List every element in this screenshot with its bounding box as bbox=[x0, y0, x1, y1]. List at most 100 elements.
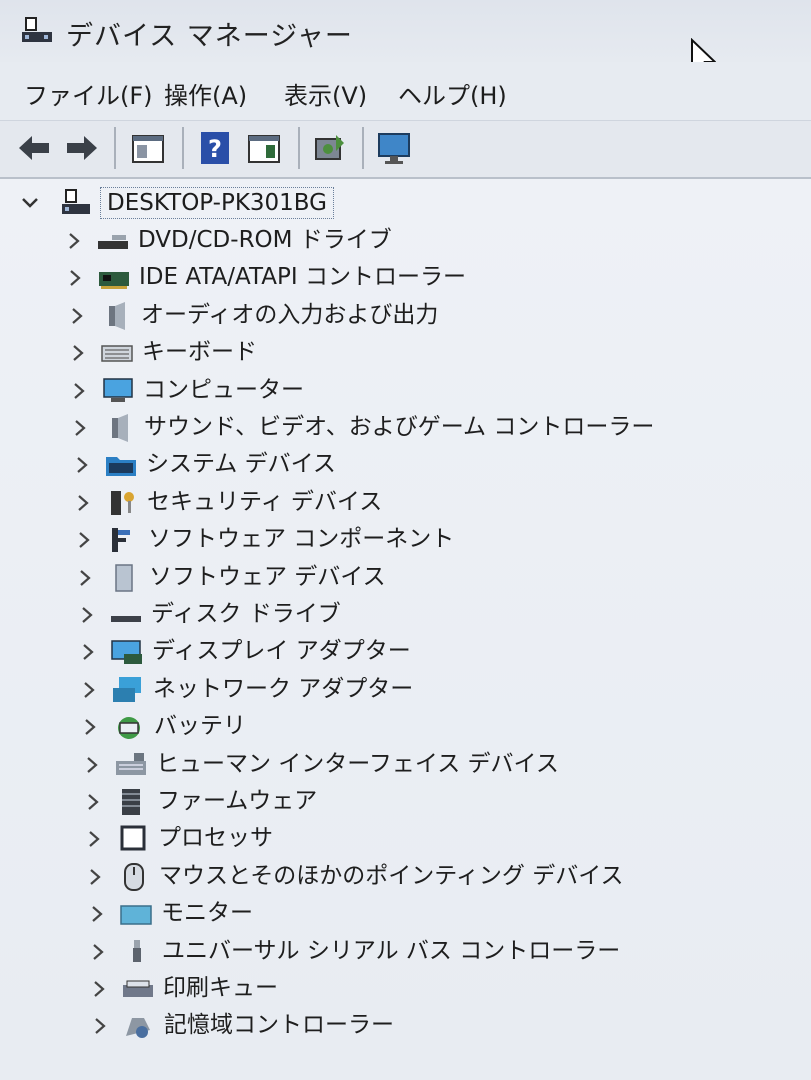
scan-hardware-icon[interactable] bbox=[312, 129, 348, 167]
tree-category-label: ファームウェア bbox=[157, 788, 318, 814]
tree-category-label: コンピューター bbox=[143, 377, 304, 403]
chevron-right-icon[interactable] bbox=[85, 793, 101, 811]
tree-category-label: ヒューマン インターフェイス デバイス bbox=[156, 751, 559, 777]
tree-category-label: キーボード bbox=[142, 339, 257, 365]
monitor-icon bbox=[120, 905, 152, 925]
chevron-right-icon[interactable] bbox=[89, 905, 105, 923]
tree-category-item[interactable]: サウンド、ビデオ、およびゲーム コントローラー bbox=[72, 410, 692, 444]
chevron-right-icon[interactable] bbox=[70, 344, 86, 362]
svg-text:?: ? bbox=[208, 135, 222, 163]
help-icon[interactable]: ? bbox=[198, 129, 234, 167]
tree-category-label: ネットワーク アダプター bbox=[153, 676, 414, 702]
chevron-down-icon[interactable] bbox=[20, 193, 40, 213]
network-adapter-icon bbox=[113, 677, 141, 702]
device-manager-icon bbox=[22, 17, 52, 42]
chevron-right-icon[interactable] bbox=[92, 1017, 108, 1035]
forward-arrow-icon[interactable] bbox=[64, 129, 100, 167]
menu-action[interactable]: 操作(A) bbox=[164, 76, 247, 111]
tree-category-item[interactable]: DVD/CD-ROM ドライブ bbox=[66, 223, 686, 257]
dvd-drive-icon bbox=[98, 235, 128, 249]
chevron-right-icon[interactable] bbox=[81, 681, 97, 699]
chevron-right-icon[interactable] bbox=[71, 382, 87, 400]
tree-category-item[interactable]: セキュリティ デバイス bbox=[75, 485, 695, 519]
chevron-right-icon[interactable] bbox=[67, 269, 83, 287]
battery-icon bbox=[118, 717, 140, 739]
processor-icon bbox=[120, 825, 146, 851]
chevron-right-icon[interactable] bbox=[74, 456, 90, 474]
chevron-right-icon[interactable] bbox=[79, 606, 95, 624]
toolbar-separator bbox=[114, 127, 116, 169]
menu-view[interactable]: 表示(V) bbox=[284, 76, 367, 111]
properties-pane-icon[interactable] bbox=[130, 129, 166, 167]
chevron-right-icon[interactable] bbox=[76, 531, 92, 549]
toolbar: ? bbox=[0, 121, 811, 179]
tree-category-label: ディスク ドライブ bbox=[151, 601, 341, 627]
chevron-right-icon[interactable] bbox=[90, 943, 106, 961]
menu-help[interactable]: ヘルプ(H) bbox=[398, 76, 507, 111]
system-folder-icon bbox=[106, 457, 136, 476]
chevron-right-icon[interactable] bbox=[69, 307, 85, 325]
tree-category-label: ディスプレイ アダプター bbox=[152, 638, 411, 664]
tree-category-label: システム デバイス bbox=[146, 451, 336, 477]
tree-category-item[interactable]: オーディオの入力および出力 bbox=[69, 298, 689, 332]
chevron-right-icon[interactable] bbox=[87, 868, 103, 886]
tree-category-item[interactable]: ディスク ドライブ bbox=[79, 597, 699, 631]
speaker-icon bbox=[109, 302, 125, 330]
tree-category-label: ソフトウェア デバイス bbox=[149, 564, 386, 590]
chevron-right-icon[interactable] bbox=[86, 830, 102, 848]
software-device-icon bbox=[115, 564, 133, 592]
usb-icon bbox=[133, 940, 141, 962]
tree-category-item[interactable]: プロセッサ bbox=[86, 821, 706, 855]
tree-category-item[interactable]: IDE ATA/ATAPI コントローラー bbox=[67, 260, 687, 294]
tree-category-item[interactable]: システム デバイス bbox=[74, 447, 694, 481]
chevron-right-icon[interactable] bbox=[84, 756, 100, 774]
tree-category-item[interactable]: 記憶域コントローラー bbox=[92, 1008, 712, 1042]
software-component-icon bbox=[112, 528, 130, 552]
chevron-right-icon[interactable] bbox=[75, 494, 91, 512]
tree-category-item[interactable]: コンピューター bbox=[71, 373, 691, 407]
tree-category-label: マウスとそのほかのポインティング デバイス bbox=[159, 863, 624, 889]
chevron-right-icon[interactable] bbox=[82, 718, 98, 736]
tree-category-item[interactable]: ディスプレイ アダプター bbox=[80, 634, 700, 668]
tree-category-item[interactable]: 印刷キュー bbox=[91, 971, 711, 1005]
chevron-right-icon[interactable] bbox=[80, 643, 96, 661]
tree-category-label: オーディオの入力および出力 bbox=[141, 302, 439, 328]
toolbar-separator bbox=[298, 127, 300, 169]
chevron-right-icon[interactable] bbox=[77, 569, 93, 587]
tree-category-item[interactable]: ネットワーク アダプター bbox=[81, 672, 701, 706]
tree-category-label: DVD/CD-ROM ドライブ bbox=[138, 227, 392, 253]
disk-drive-icon bbox=[111, 616, 141, 622]
menu-bar: ファイル(F) 操作(A) 表示(V) ヘルプ(H) bbox=[0, 62, 811, 121]
window-title: デバイス マネージャー bbox=[66, 21, 353, 52]
device-tree: DESKTOP-PK301BG DVD/CD-ROM ドライブ IDE ATA/A… bbox=[0, 179, 811, 1080]
tree-category-item[interactable]: バッテリ bbox=[82, 709, 702, 743]
root-computer-label[interactable]: DESKTOP-PK301BG bbox=[100, 187, 335, 219]
tree-category-item[interactable]: ソフトウェア コンポーネント bbox=[76, 522, 696, 556]
chevron-right-icon[interactable] bbox=[66, 232, 82, 250]
tree-category-label: 記憶域コントローラー bbox=[164, 1012, 394, 1038]
computer-root-icon bbox=[62, 189, 90, 214]
chevron-right-icon[interactable] bbox=[72, 419, 88, 437]
tree-category-label: サウンド、ビデオ、およびゲーム コントローラー bbox=[144, 414, 655, 440]
tree-category-label: ユニバーサル シリアル バス コントローラー bbox=[162, 938, 621, 964]
tree-category-item[interactable]: ヒューマン インターフェイス デバイス bbox=[84, 747, 704, 781]
back-arrow-icon[interactable] bbox=[16, 129, 52, 167]
tree-category-label: セキュリティ デバイス bbox=[147, 489, 383, 515]
tree-category-label: バッテリ bbox=[154, 713, 246, 739]
tree-category-item[interactable]: ソフトウェア デバイス bbox=[77, 560, 697, 594]
keyboard-icon bbox=[101, 345, 133, 362]
tree-category-item[interactable]: ユニバーサル シリアル バス コントローラー bbox=[90, 934, 710, 968]
tree-category-item[interactable]: ファームウェア bbox=[85, 784, 705, 818]
tree-category-item[interactable]: キーボード bbox=[70, 335, 690, 369]
monitor-icon[interactable] bbox=[376, 129, 412, 167]
security-key-icon bbox=[111, 491, 134, 515]
tree-category-item[interactable]: モニター bbox=[89, 896, 709, 930]
tree-category-label: 印刷キュー bbox=[163, 975, 278, 1001]
console-view-icon[interactable] bbox=[246, 129, 282, 167]
chevron-right-icon[interactable] bbox=[91, 980, 107, 998]
tree-category-label: ソフトウェア コンポーネント bbox=[148, 526, 455, 552]
menu-file[interactable]: ファイル(F) bbox=[24, 76, 153, 111]
mouse-icon bbox=[124, 863, 144, 891]
tree-category-item[interactable]: マウスとそのほかのポインティング デバイス bbox=[87, 859, 707, 893]
tree-category-label: プロセッサ bbox=[158, 825, 273, 851]
